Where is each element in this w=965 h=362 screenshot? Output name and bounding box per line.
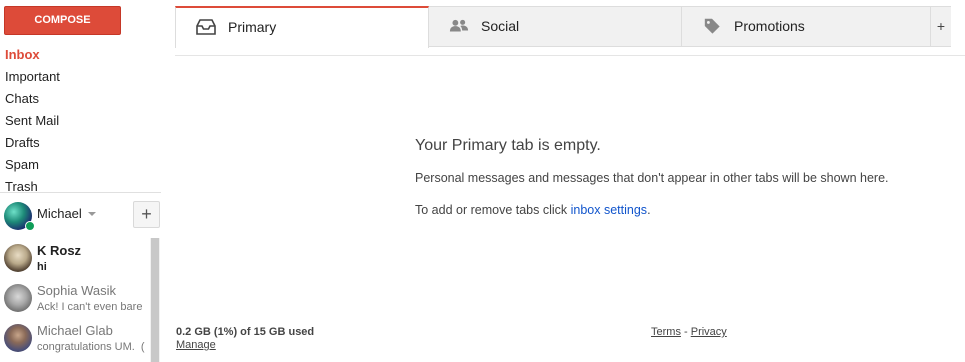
- privacy-link[interactable]: Privacy: [691, 326, 727, 338]
- left-sidebar: COMPOSE Inbox Important Chats Sent Mail …: [0, 0, 161, 362]
- chat-header: Michael +: [0, 192, 161, 236]
- tab-label: Primary: [228, 19, 277, 35]
- avatar: [4, 284, 32, 312]
- hint-suffix: .: [647, 203, 651, 217]
- chat-list-scrollbar[interactable]: [150, 238, 160, 362]
- tab-label: Promotions: [734, 18, 805, 34]
- footer-links: Terms - Privacy: [651, 326, 727, 338]
- contact-last-message: congratulations UM. (: [37, 341, 145, 353]
- footer-separator: -: [680, 326, 691, 338]
- storage-usage: 0.2 GB (1%) of 15 GB used: [176, 326, 315, 338]
- avatar: [4, 244, 32, 272]
- nav-item-inbox[interactable]: Inbox: [0, 44, 161, 66]
- chat-contact[interactable]: Michael Glab congratulations UM. (: [0, 318, 150, 358]
- terms-link[interactable]: Terms: [651, 326, 681, 338]
- scrollbar-thumb[interactable]: [151, 238, 159, 362]
- contact-name: Michael Glab: [37, 323, 113, 338]
- contact-name: Sophia Wasik: [37, 283, 116, 298]
- tag-icon: [704, 18, 720, 34]
- my-status-name[interactable]: Michael: [37, 206, 82, 221]
- chat-contact[interactable]: K Rosz hi: [0, 238, 150, 278]
- chat-contact[interactable]: Sophia Wasik Ack! I can't even bare: [0, 278, 150, 318]
- tab-promotions[interactable]: Promotions: [682, 6, 931, 47]
- divider: [175, 55, 965, 56]
- tab-primary[interactable]: Primary: [175, 6, 429, 48]
- tab-label: Social: [481, 18, 520, 34]
- online-status-icon: [25, 221, 35, 231]
- nav-item-spam[interactable]: Spam: [0, 154, 161, 176]
- mail-nav: Inbox Important Chats Sent Mail Drafts S…: [0, 44, 161, 198]
- new-chat-button[interactable]: +: [133, 201, 160, 228]
- nav-item-sent-mail[interactable]: Sent Mail: [0, 110, 161, 132]
- nav-item-drafts[interactable]: Drafts: [0, 132, 161, 154]
- nav-item-important[interactable]: Important: [0, 66, 161, 88]
- hint-text: To add or remove tabs click: [415, 203, 571, 217]
- empty-state-description: Personal messages and messages that don'…: [415, 171, 889, 185]
- manage-storage-link[interactable]: Manage: [176, 339, 216, 351]
- empty-state-title: Your Primary tab is empty.: [415, 137, 601, 154]
- inbox-icon: [196, 19, 216, 35]
- contact-last-message: Ack! I can't even bare: [37, 301, 143, 313]
- inbox-tabs: Primary Social Promotions +: [175, 6, 951, 48]
- contact-name: K Rosz: [37, 243, 82, 258]
- chevron-down-icon[interactable]: [88, 212, 96, 216]
- empty-state-hint: To add or remove tabs click inbox settin…: [415, 203, 651, 217]
- avatar: [4, 324, 32, 352]
- compose-button[interactable]: COMPOSE: [4, 6, 121, 35]
- main-content: Primary Social Promotions + Your Primary…: [175, 0, 965, 362]
- contact-last-message: hi: [37, 261, 47, 273]
- tab-social[interactable]: Social: [429, 6, 682, 47]
- inbox-settings-link[interactable]: inbox settings: [571, 203, 647, 217]
- chat-contact-list: K Rosz hi Sophia Wasik Ack! I can't even…: [0, 238, 150, 362]
- people-icon: [449, 19, 469, 32]
- add-tab-button[interactable]: +: [931, 6, 951, 47]
- nav-item-chats[interactable]: Chats: [0, 88, 161, 110]
